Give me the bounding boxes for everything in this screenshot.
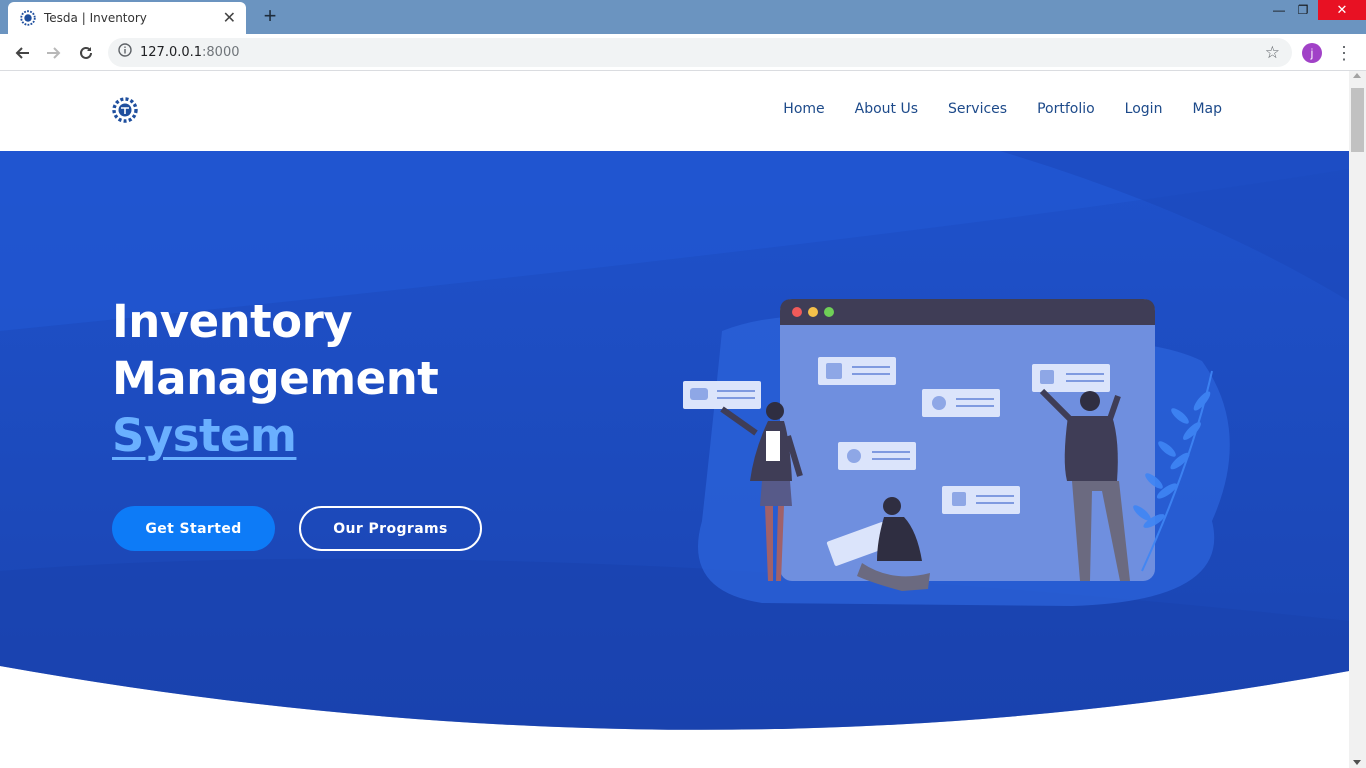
profile-avatar[interactable]: j bbox=[1302, 43, 1322, 63]
nav-login[interactable]: Login bbox=[1125, 101, 1163, 117]
reload-icon[interactable] bbox=[73, 40, 99, 66]
browser-toolbar: 127.0.0.1:8000 ☆ j ⋮ bbox=[0, 34, 1366, 71]
page-scrollbar[interactable] bbox=[1349, 71, 1366, 768]
tesda-logo-icon[interactable] bbox=[112, 97, 138, 123]
tab-close-icon[interactable]: ✕ bbox=[223, 8, 236, 28]
our-programs-button[interactable]: Our Programs bbox=[299, 506, 482, 551]
hero-title-line1: Inventory bbox=[112, 295, 353, 348]
nav-about-us[interactable]: About Us bbox=[855, 101, 918, 117]
back-icon[interactable] bbox=[9, 40, 35, 66]
scroll-up-arrow-icon[interactable] bbox=[1353, 73, 1361, 78]
hero-title-line2: Management bbox=[112, 352, 439, 405]
browser-titlebar: Tesda | Inventory ✕ + — ❐ ✕ bbox=[0, 0, 1366, 34]
page-viewport: Home About Us Services Portfolio Login M… bbox=[0, 71, 1349, 768]
hero-title-accent[interactable]: System bbox=[112, 407, 438, 464]
nav-services[interactable]: Services bbox=[948, 101, 1007, 117]
get-started-button[interactable]: Get Started bbox=[112, 506, 275, 551]
site-header: Home About Us Services Portfolio Login M… bbox=[0, 71, 1349, 151]
hero-illustration bbox=[683, 299, 1230, 606]
scrollbar-thumb[interactable] bbox=[1351, 88, 1364, 152]
forward-icon[interactable] bbox=[41, 40, 67, 66]
bookmark-star-icon[interactable]: ☆ bbox=[1265, 43, 1280, 63]
address-bar[interactable]: 127.0.0.1:8000 ☆ bbox=[108, 38, 1292, 67]
tesda-favicon-icon bbox=[20, 10, 36, 26]
window-close-icon[interactable]: ✕ bbox=[1318, 0, 1366, 20]
new-tab-icon[interactable]: + bbox=[258, 5, 282, 29]
tab-title: Tesda | Inventory bbox=[44, 11, 147, 25]
illustration-window-bar bbox=[780, 299, 1155, 325]
nav-portfolio[interactable]: Portfolio bbox=[1037, 101, 1095, 117]
hero-section: Inventory Management System Get Started … bbox=[0, 151, 1349, 768]
info-icon[interactable] bbox=[118, 43, 132, 62]
menu-kebab-icon[interactable]: ⋮ bbox=[1334, 42, 1354, 64]
url-text: 127.0.0.1:8000 bbox=[140, 45, 240, 60]
browser-tab[interactable]: Tesda | Inventory ✕ bbox=[8, 2, 246, 34]
nav-home[interactable]: Home bbox=[783, 101, 824, 117]
scroll-down-arrow-icon[interactable] bbox=[1353, 760, 1361, 765]
nav-map[interactable]: Map bbox=[1192, 101, 1222, 117]
main-nav: Home About Us Services Portfolio Login M… bbox=[783, 101, 1222, 117]
hero-title: Inventory Management System bbox=[112, 293, 439, 464]
